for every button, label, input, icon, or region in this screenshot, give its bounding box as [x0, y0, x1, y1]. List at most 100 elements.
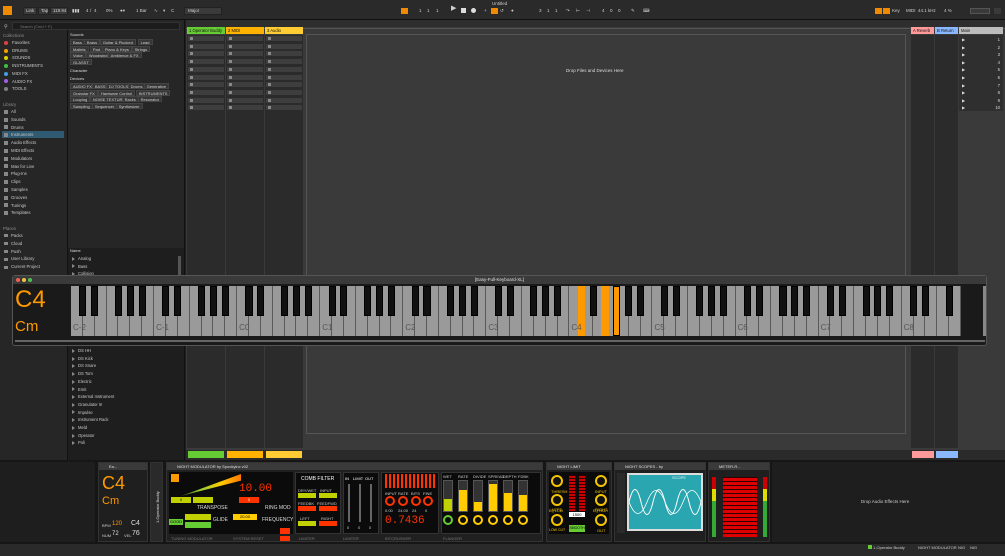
scene-launch[interactable]: ▶ 1 — [960, 36, 1002, 43]
list-item[interactable]: Emit — [70, 386, 182, 393]
list-item[interactable]: DS Snare — [70, 362, 182, 369]
flanger-slider[interactable] — [473, 480, 483, 512]
menu-icon[interactable] — [3, 6, 12, 15]
drop-zone[interactable] — [306, 34, 906, 434]
left-knob[interactable] — [551, 494, 563, 506]
black-key[interactable] — [862, 286, 870, 316]
black-key[interactable] — [708, 286, 716, 316]
clip-slot[interactable] — [266, 51, 302, 58]
library-item[interactable]: Instruments — [2, 131, 64, 139]
automation-arm-button[interactable] — [491, 8, 498, 14]
black-key[interactable] — [387, 286, 395, 316]
black-key[interactable] — [542, 286, 550, 316]
status-track-name[interactable]: 1-Operator Buddy — [873, 545, 905, 550]
black-key[interactable] — [720, 286, 728, 316]
punch-out-icon[interactable]: ⊣ — [586, 8, 590, 14]
collection-item[interactable]: TOOLS — [4, 85, 27, 92]
record-icon[interactable] — [471, 8, 476, 13]
black-key[interactable] — [126, 286, 134, 316]
limiter-in-meter[interactable] — [348, 484, 350, 522]
filter-tag[interactable]: Brass — [83, 39, 101, 45]
computer-midi-icon[interactable]: ⌨ — [643, 8, 650, 14]
black-key[interactable] — [292, 286, 301, 316]
black-key[interactable] — [245, 286, 253, 316]
limiter-threshold-meter[interactable] — [359, 484, 361, 522]
main-track-header[interactable]: Main — [959, 27, 1003, 34]
thresh-knob[interactable] — [551, 475, 563, 487]
list-item[interactable]: Analog — [70, 255, 182, 262]
character-filter-heading[interactable]: Character — [70, 68, 88, 73]
list-item[interactable]: Electric — [70, 378, 182, 385]
clip-slot[interactable] — [188, 82, 224, 89]
library-item[interactable]: Samples — [4, 186, 28, 193]
black-key[interactable] — [79, 286, 87, 316]
flanger-knob[interactable] — [488, 515, 498, 525]
black-key[interactable] — [779, 286, 787, 316]
black-key[interactable] — [375, 286, 384, 316]
crush-rate-knob[interactable] — [398, 496, 408, 506]
follow-button[interactable] — [401, 8, 408, 14]
flanger-slider[interactable] — [518, 480, 528, 512]
places-item[interactable]: Packs — [4, 232, 23, 239]
overdub-icon[interactable]: + — [484, 8, 487, 14]
filter-tag[interactable]: Generative — [143, 83, 170, 89]
link-button[interactable]: Link — [23, 7, 37, 15]
track-header[interactable]: 3 Audio — [265, 27, 303, 34]
black-key[interactable] — [791, 286, 799, 316]
library-item[interactable]: Drums — [4, 124, 24, 131]
black-key[interactable] — [340, 286, 348, 316]
minimize-icon[interactable] — [22, 278, 26, 282]
loop-start-sixteenth[interactable]: 1 — [555, 8, 558, 14]
list-item[interactable]: External Instrument — [70, 393, 182, 400]
scene-launch[interactable]: ▶ 10 — [960, 104, 1002, 111]
groove-amount[interactable]: 0% — [106, 8, 113, 14]
flanger-slider[interactable] — [458, 480, 468, 512]
stop-icon[interactable] — [461, 8, 466, 13]
black-key[interactable] — [803, 286, 811, 316]
metronome-toggle-icon[interactable]: ●▾ — [120, 8, 125, 14]
key-select[interactable]: C — [171, 8, 174, 14]
expand-icon[interactable] — [72, 395, 75, 400]
pressed-key[interactable] — [601, 286, 609, 336]
scene-launch[interactable]: ▶ 4 — [960, 59, 1002, 66]
scale-select[interactable]: Major — [184, 7, 222, 15]
black-key[interactable] — [411, 286, 419, 316]
punch-in-icon[interactable]: ⊢ — [576, 8, 580, 14]
draw-mode-icon[interactable]: ✎ — [631, 8, 635, 14]
return-track-header[interactable]: A Reverb — [911, 27, 934, 34]
keyboard-range-bar[interactable] — [15, 340, 985, 342]
tempo-field[interactable]: 119.94 — [50, 7, 68, 15]
collection-item[interactable]: INSTRUMENTS — [4, 62, 43, 69]
flanger-slider[interactable] — [503, 480, 513, 512]
clip-slot[interactable] — [266, 43, 302, 50]
scene-launch[interactable]: ▶ 9 — [960, 97, 1002, 104]
list-item[interactable]: Poli — [70, 439, 182, 446]
filter-tag[interactable]: INSTRUMENTS — [135, 89, 171, 96]
scene-launch[interactable]: ▶ 8 — [960, 89, 1002, 96]
clip-slot[interactable] — [266, 74, 302, 81]
flanger-knob[interactable] — [503, 515, 513, 525]
clip-slot[interactable] — [227, 66, 263, 73]
flanger-knob[interactable] — [458, 515, 468, 525]
clip-slot[interactable] — [227, 43, 263, 50]
clip-slot[interactable] — [266, 82, 302, 89]
loop-length-sixteenth[interactable]: 0 — [618, 8, 621, 14]
black-key[interactable] — [459, 286, 467, 316]
black-key[interactable] — [696, 286, 704, 316]
library-item[interactable]: Clips — [4, 178, 21, 185]
track-header[interactable]: 2 MIDI — [226, 27, 264, 34]
tap-button[interactable]: Tap — [38, 7, 49, 15]
list-item[interactable]: Operator — [70, 432, 182, 439]
results-scrollbar[interactable] — [178, 256, 181, 276]
black-key[interactable] — [589, 286, 597, 316]
clip-slot[interactable] — [188, 97, 224, 104]
capture-icon[interactable]: ↺ — [500, 8, 504, 14]
clip-slot[interactable] — [188, 43, 224, 50]
collection-item[interactable]: MIDI FX — [4, 70, 28, 77]
places-item[interactable]: User Library — [4, 255, 34, 262]
loop-start-bar[interactable]: 3 — [539, 8, 542, 14]
eq-high-knob[interactable] — [595, 514, 607, 526]
expand-icon[interactable] — [72, 418, 75, 423]
clip-slot[interactable] — [188, 74, 224, 81]
black-key[interactable] — [91, 286, 99, 316]
